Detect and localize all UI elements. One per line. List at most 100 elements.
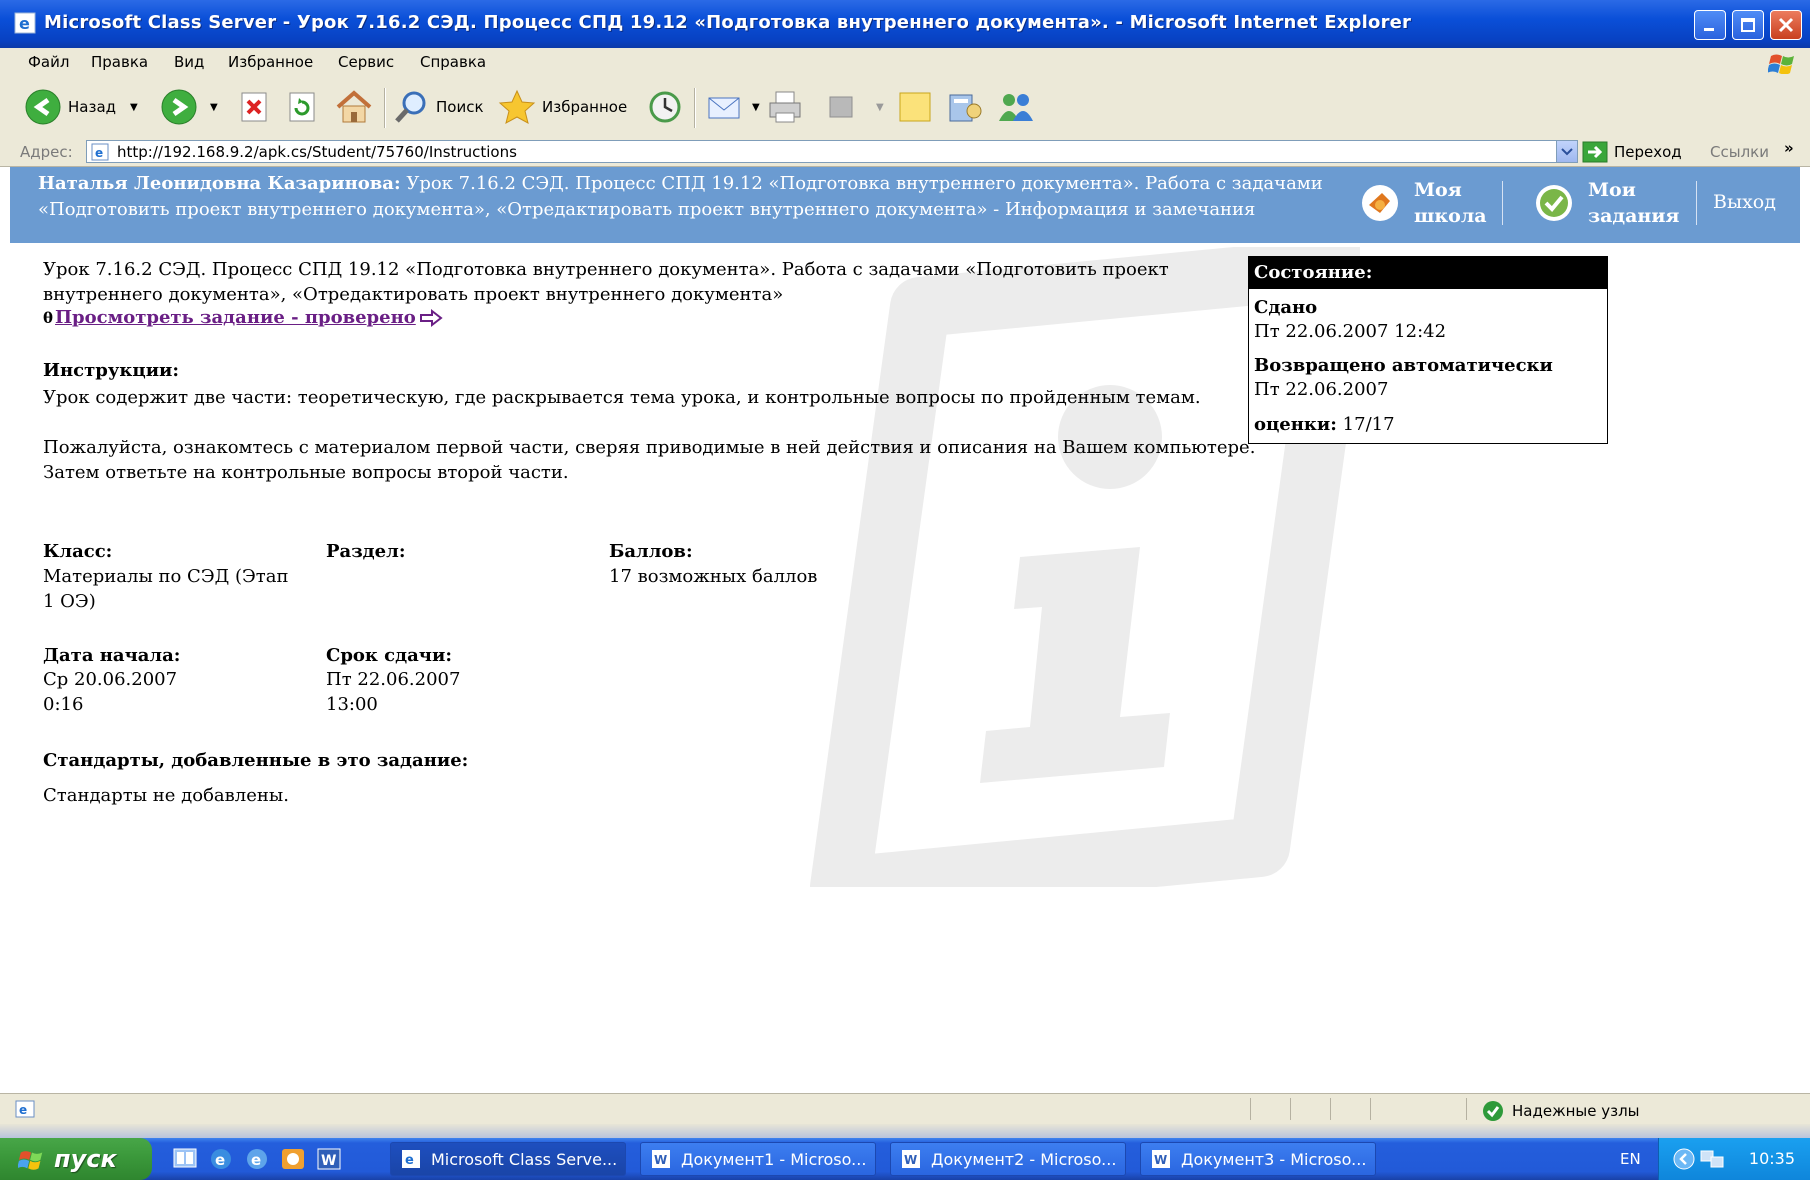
start-date-line2: 0:16 [43,694,84,715]
my-tasks-link[interactable]: Мои задания [1588,177,1679,229]
taskbar-item-label: Документ2 - Microso... [931,1149,1117,1169]
mail-button[interactable]: ▼ [706,84,760,130]
history-button[interactable] [646,84,684,130]
class-label: Класс: [43,541,113,562]
messenger-button[interactable] [996,84,1036,130]
refresh-icon [289,92,315,122]
submitted-date: Пт 22.06.2007 12:42 [1254,321,1447,342]
start-date-value: Ср 20.06.2007 0:16 [43,667,177,717]
class-value-line1: Материалы по СЭД (Этап [43,566,289,587]
forward-arrow-icon [161,89,197,125]
taskbar-item-document2[interactable]: W Документ2 - Microso... [890,1142,1126,1176]
my-tasks-line2: задания [1588,205,1680,227]
taskbar-item-document3[interactable]: W Документ3 - Microso... [1140,1142,1376,1176]
back-label: Назад [68,98,117,116]
mail-dropdown-icon[interactable]: ▼ [752,102,760,113]
research-button[interactable] [946,84,984,130]
grade-row: оценки: 17/17 [1254,414,1395,435]
address-input[interactable]: e http://192.168.9.2/apk.cs/Student/7576… [86,140,1578,163]
start-date-line1: Ср 20.06.2007 [43,669,178,690]
go-label: Переход [1614,143,1682,161]
start-button[interactable]: пуск [0,1138,152,1180]
my-tasks-icon [1536,185,1572,221]
forward-dropdown-icon[interactable]: ▼ [210,102,218,113]
start-label: пуск [54,1145,117,1173]
menu-edit[interactable]: Правка [91,53,148,71]
network-icon[interactable] [1699,1147,1725,1171]
points-label: Баллов: [609,541,693,562]
links-button[interactable]: Ссылки [1710,143,1769,161]
exit-link[interactable]: Выход [1713,191,1776,213]
toolbar: Назад ▼ ▼ Поиск Избранное ▼ ▼ [0,78,1810,139]
links-more-icon[interactable]: » [1784,139,1794,157]
edit-icon [829,96,853,118]
ie-icon: e [14,12,36,34]
security-zone-label: Надежные узлы [1512,1102,1640,1120]
favorites-button[interactable]: Избранное [498,84,627,130]
menu-favorites[interactable]: Избранное [228,53,313,71]
clock: 10:35 [1748,1149,1795,1168]
home-button[interactable] [334,84,374,130]
discuss-button[interactable] [896,84,934,130]
maximize-button[interactable] [1732,10,1764,40]
security-zone[interactable]: Надежные узлы [1482,1100,1640,1122]
due-date-line1: Пт 22.06.2007 [326,669,461,690]
address-dropdown-button[interactable] [1556,141,1577,162]
arrow-right-icon[interactable] [418,308,444,328]
taskbar-item-document1[interactable]: W Документ1 - Microso... [640,1142,876,1176]
print-icon [769,91,801,123]
outlook-quicklaunch-icon[interactable] [280,1147,306,1171]
search-button[interactable]: Поиск [392,84,484,130]
svg-text:W: W [904,1153,917,1167]
system-tray: 10:35 [1658,1138,1810,1180]
due-date-value: Пт 22.06.2007 13:00 [326,667,460,717]
go-button[interactable]: Переход [1582,141,1682,163]
tray-expand-icon[interactable] [1673,1148,1695,1170]
close-icon [1778,17,1794,33]
my-school-link[interactable]: Моя школа [1414,177,1487,229]
menu-help[interactable]: Справка [420,53,486,71]
standards-value: Стандарты не добавлены. [43,785,289,806]
returned-label: Возвращено автоматически [1254,355,1553,376]
svg-text:e: e [19,1103,27,1117]
back-arrow-icon [25,89,61,125]
refresh-button[interactable] [286,84,320,130]
ie-alt-quicklaunch-icon[interactable]: e [244,1147,270,1171]
ie-quicklaunch-icon[interactable]: e [208,1147,234,1171]
search-label: Поиск [436,98,484,116]
close-button[interactable] [1770,10,1802,40]
window-title-bar[interactable]: e Microsoft Class Server - Урок 7.16.2 С… [0,0,1810,49]
minimize-button[interactable] [1694,10,1726,40]
menu-file[interactable]: Файл [28,53,69,71]
svg-text:e: e [251,1151,261,1169]
svg-text:W: W [654,1153,667,1167]
back-dropdown-icon[interactable]: ▼ [130,102,138,113]
taskbar-item-class-server[interactable]: e Microsoft Class Serve... [390,1142,626,1176]
print-button[interactable] [766,84,806,130]
window-title: Microsoft Class Server - Урок 7.16.2 СЭД… [44,12,1412,33]
search-icon [395,91,426,123]
instructions-paragraph-1: Урок содержит две части: теоретическую, … [43,387,1201,408]
class-value-line2: 1 ОЭ) [43,591,96,612]
grade-value: 17/17 [1342,414,1395,435]
address-url[interactable]: http://192.168.9.2/apk.cs/Student/75760/… [117,143,517,161]
stop-button[interactable] [238,84,272,130]
status-panel: Состояние: Сдано Пт 22.06.2007 12:42 Воз… [1248,256,1608,444]
edit-dropdown-icon[interactable]: ▼ [876,102,884,113]
menu-tools[interactable]: Сервис [338,53,394,71]
word-quicklaunch-icon[interactable]: W [316,1147,342,1171]
my-tasks-line1: Мои [1588,179,1636,201]
forward-button[interactable]: ▼ [160,84,218,130]
windows-logo-icon [1768,54,1794,74]
view-assignment-link[interactable]: Просмотреть задание - проверено [55,307,416,328]
show-desktop-icon[interactable] [172,1147,198,1171]
menu-view[interactable]: Вид [174,53,204,71]
language-indicator[interactable]: EN [1620,1150,1641,1168]
taskbar: пуск e e W e Microsoft Class Serve... W … [0,1138,1810,1180]
back-button[interactable]: Назад ▼ [24,84,138,130]
taskbar-item-label: Microsoft Class Serve... [431,1149,618,1169]
edit-button[interactable]: ▼ [826,84,884,130]
address-bar: Адрес: e http://192.168.9.2/apk.cs/Stude… [0,138,1810,167]
start-date-label: Дата начала: [43,645,181,666]
word-doc-icon: W [1152,1150,1170,1168]
